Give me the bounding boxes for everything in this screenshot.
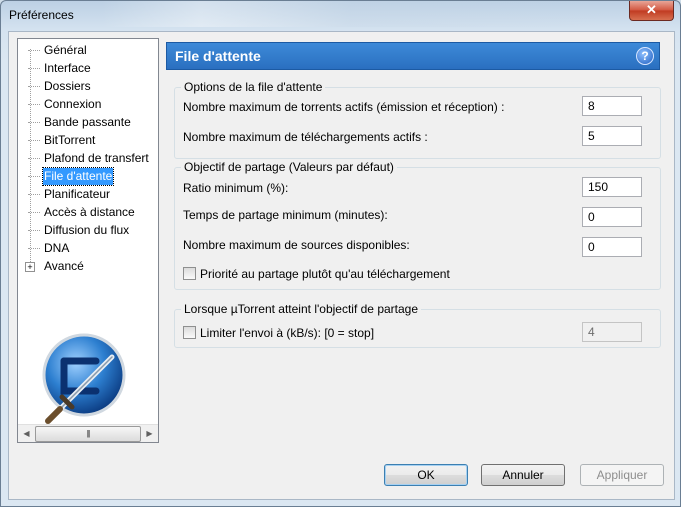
goal-reached-title: Lorsque µTorrent atteint l'objectif de p… xyxy=(181,302,422,316)
category-tree[interactable]: Général Interface Dossiers Connexion Ban… xyxy=(17,38,159,443)
panel-title: File d'attente xyxy=(175,48,261,64)
seeding-goal-title: Objectif de partage (Valeurs par défaut) xyxy=(181,160,397,174)
expand-icon[interactable]: + xyxy=(25,262,35,272)
max-active-downloads-input[interactable]: 5 xyxy=(582,126,642,146)
dialog-client: Général Interface Dossiers Connexion Ban… xyxy=(8,31,675,500)
min-ratio-label: Ratio minimum (%): xyxy=(183,181,289,195)
max-sources-label: Nombre maximum de sources disponibles: xyxy=(183,238,410,252)
max-active-downloads-label: Nombre maximum de téléchargements actifs… xyxy=(183,130,428,144)
close-button[interactable]: ✕ xyxy=(629,1,674,21)
panel-header: File d'attente ? xyxy=(166,42,660,70)
max-sources-input[interactable]: 0 xyxy=(582,237,642,257)
title-bar-glass xyxy=(101,1,601,27)
min-ratio-input[interactable]: 150 xyxy=(582,177,642,197)
seed-priority-label[interactable]: Priorité au partage plutôt qu'au télécha… xyxy=(200,267,450,281)
seed-priority-checkbox[interactable] xyxy=(183,267,196,280)
scroll-left-icon[interactable]: ◀ xyxy=(18,425,35,442)
max-active-torrents-input[interactable]: 8 xyxy=(582,96,642,116)
scroll-thumb[interactable]: ||| xyxy=(35,426,141,442)
tree-connector-line xyxy=(30,49,31,272)
close-icon: ✕ xyxy=(646,2,657,17)
scroll-right-icon[interactable]: ▶ xyxy=(141,425,158,442)
max-active-torrents-label: Nombre maximum de torrents actifs (émiss… xyxy=(183,100,505,114)
queue-options-title: Options de la file d'attente xyxy=(181,80,326,94)
min-seed-time-label: Temps de partage minimum (minutes): xyxy=(183,208,388,222)
ok-button[interactable]: OK xyxy=(384,464,468,486)
limit-upload-label[interactable]: Limiter l'envoi à (kB/s): [0 = stop] xyxy=(200,326,374,340)
window-title: Préférences xyxy=(9,8,74,22)
cancel-button[interactable]: Annuler xyxy=(481,464,565,486)
limit-upload-checkbox[interactable] xyxy=(183,326,196,339)
help-icon[interactable]: ? xyxy=(636,47,654,65)
tree-horizontal-scrollbar[interactable]: ◀ ||| ▶ xyxy=(18,424,158,442)
title-bar[interactable]: Préférences ✕ xyxy=(1,1,680,31)
min-seed-time-input[interactable]: 0 xyxy=(582,207,642,227)
limit-upload-input[interactable]: 4 xyxy=(582,322,642,342)
utorrent-logo-icon xyxy=(42,333,126,424)
apply-button[interactable]: Appliquer xyxy=(580,464,664,486)
preferences-window: Préférences ✕ Général Interface Dossiers… xyxy=(0,0,681,507)
